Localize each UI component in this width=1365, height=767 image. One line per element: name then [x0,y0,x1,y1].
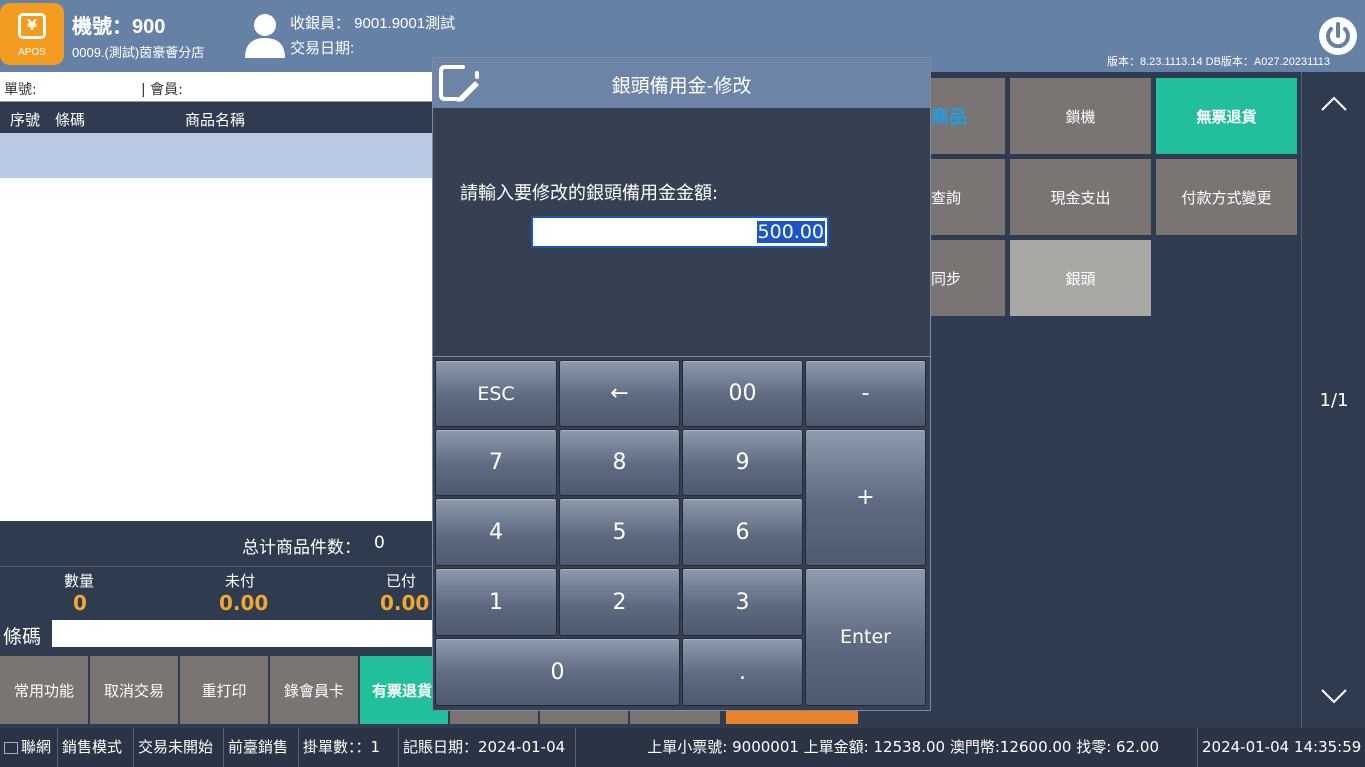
summary-bar: 數量 0 未付 0.00 已付 0.00 [0,566,432,616]
dialog-title: 銀頭備用金-修改 [611,75,752,97]
paid-value: 0.00 [380,591,430,615]
key-7[interactable]: 7 [435,429,557,496]
total-items-bar: 总计商品件数： 0 [0,521,432,565]
amount-prompt: 請輸入要修改的銀頭備用金金額: [460,183,719,204]
logo-text: APOS [18,47,46,58]
key-minus[interactable]: - [805,360,926,427]
store-name: 0009.(測試)茵豪薈分店 [72,45,205,60]
checkout-button-partial[interactable] [726,710,858,724]
total-items-label: 总计商品件数： [242,538,361,558]
keypad-divider [433,356,930,357]
paid-label: 已付 [386,572,417,590]
trade-state: 交易未開始 [134,728,224,767]
front-sale: 前臺銷售 [224,728,299,767]
key-4[interactable]: 4 [435,498,557,566]
chevron-down-icon[interactable] [1318,684,1350,708]
posting-date: 記賬日期：2024-01-04 [399,728,576,767]
selected-row[interactable] [0,133,432,178]
lock-machine-button[interactable]: 鎖機 [1010,78,1151,154]
qty-label: 數量 [64,572,95,590]
last-receipt-info: 上單小票號: 9000001 上單金額: 12538.00 澳門幣:12600.… [576,728,1198,767]
order-info-bar: 單號: | 會員: [0,72,432,102]
reprint-button[interactable]: 重打印 [180,656,270,724]
hidden-button-3[interactable] [630,710,720,724]
hidden-button-2[interactable] [540,710,630,724]
chevron-up-icon[interactable] [1318,92,1350,116]
yen-icon: ¥ [18,13,46,39]
hidden-button-1[interactable] [450,710,540,724]
current-datetime: 2024-01-04 14:35:59 [1202,738,1362,756]
key-enter[interactable]: Enter [805,568,926,706]
item-list[interactable] [0,178,432,521]
unpaid-label: 未付 [225,572,256,590]
total-items-value: 0 [374,533,385,553]
key-double-zero[interactable]: 00 [682,360,803,427]
cash-float-edit-dialog: 銀頭備用金-修改 請輸入要修改的銀頭備用金金額: 500.00 ESC ← 00… [432,57,931,711]
trade-date: 交易日期: [290,40,355,57]
key-6[interactable]: 6 [682,498,803,566]
network-text: 聯網 [21,738,52,756]
version-info: 版本：8.23.1113.14 DB版本：A027.20231113 [1107,56,1330,68]
barcode-label: 條碼 [3,626,42,648]
cash-out-button[interactable]: 現金支出 [1010,159,1151,235]
status-bar: 聯網 銷售模式 交易未開始 前臺銷售 掛單數：：1 記賬日期：2024-01-0… [0,728,1365,767]
hold-count: 掛單數：：1 [299,728,399,767]
key-backspace[interactable]: ← [559,360,680,427]
key-9[interactable]: 9 [682,429,803,496]
barcode-input[interactable] [52,620,432,647]
goods-button[interactable]: 商品 [931,78,1005,154]
apos-logo: ¥ APOS [0,3,64,65]
key-esc[interactable]: ESC [435,360,557,427]
pager-panel: 1/1 [1301,72,1365,728]
qty-value: 0 [73,591,87,615]
unpaid-value: 0.00 [219,591,269,615]
dialog-title-bar: 銀頭備用金-修改 [433,58,930,108]
order-no-label: 單號: [4,82,37,98]
key-1[interactable]: 1 [435,568,557,636]
network-icon [4,741,18,754]
key-8[interactable]: 8 [559,429,680,496]
col-barcode: 條碼 [55,111,86,129]
key-0[interactable]: 0 [435,638,680,706]
record-member-card-button[interactable]: 錄會員卡 [270,656,360,724]
key-5[interactable]: 5 [559,498,680,566]
common-functions-button[interactable]: 常用功能 [0,656,90,724]
power-icon[interactable] [1318,16,1358,56]
user-icon [243,10,287,58]
amount-input[interactable]: 500.00 [531,216,829,248]
query-button[interactable]: 查詢 [931,159,1005,235]
member-label: | 會員: [141,82,183,98]
cash-float-button[interactable]: 銀頭 [1010,240,1151,316]
payment-method-change-button[interactable]: 付款方式變更 [1156,159,1297,235]
item-table-header: 序號 條碼 商品名稱 [0,103,432,133]
sync-button[interactable]: 同步 [931,240,1005,316]
amount-value: 500.00 [756,221,825,243]
key-plus[interactable]: + [805,429,926,566]
cancel-transaction-button[interactable]: 取消交易 [90,656,180,724]
col-product-name: 商品名稱 [185,111,246,129]
col-seq: 序號 [10,111,41,129]
key-3[interactable]: 3 [682,568,803,636]
barcode-row: 條碼 [0,617,432,651]
key-2[interactable]: 2 [559,568,680,636]
mode-status: 銷售模式 [58,728,134,767]
return-without-receipt-button[interactable]: 無票退貨 [1156,78,1297,154]
page-indicator: 1/1 [1319,390,1349,411]
key-dot[interactable]: . [682,638,803,706]
cashier-info: 收銀員： 9001.9001測試 [290,15,456,32]
network-status: 聯網 [0,728,58,767]
machine-number: 機號：900 [72,16,166,38]
